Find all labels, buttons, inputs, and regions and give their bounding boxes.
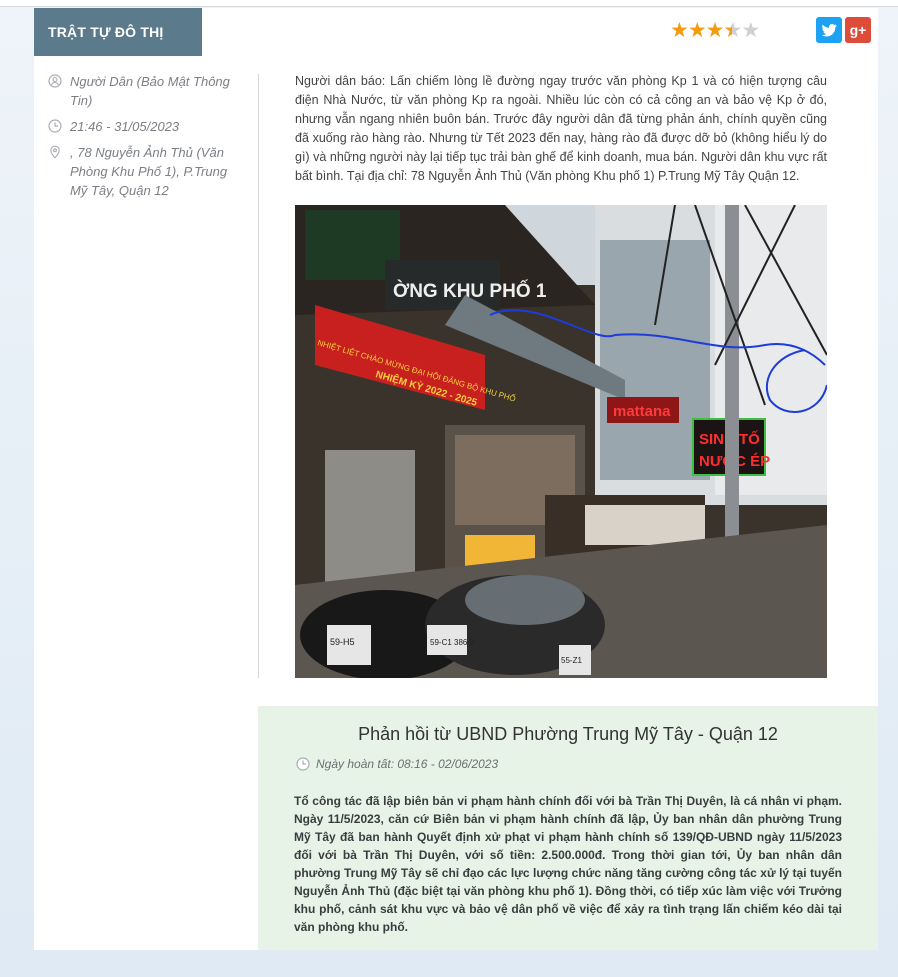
googleplus-icon: g+	[849, 22, 867, 38]
googleplus-share-button[interactable]: g+	[845, 17, 871, 43]
datetime-row: 21:46 - 31/05/2023	[48, 117, 234, 136]
reply-title: Phản hồi từ UBND Phường Trung Mỹ Tây - Q…	[358, 724, 778, 744]
category-tag[interactable]: TRẬT TỰ ĐÔ THỊ	[34, 8, 202, 56]
official-reply: Phản hồi từ UBND Phường Trung Mỹ Tây - Q…	[258, 706, 878, 950]
twitter-share-button[interactable]	[816, 17, 842, 43]
reporter-name: Người Dân (Bảo Mật Thông Tin)	[70, 74, 230, 108]
star-icon: ★	[687, 19, 707, 42]
reply-completed-text: Ngày hoàn tất: 08:16 - 02/06/2023	[316, 757, 499, 771]
plate-2: 59-H5	[330, 637, 355, 647]
report-text: Người dân báo: Lấn chiếm lòng lề đường n…	[295, 74, 827, 183]
report-location: , 78 Nguyễn Ảnh Thủ (Văn Phòng Khu Phố 1…	[70, 145, 228, 198]
reporter-row: Người Dân (Bảo Mật Thông Tin)	[48, 72, 234, 110]
reply-completed-date: Ngày hoàn tất: 08:16 - 02/06/2023	[296, 756, 498, 772]
location-row: , 78 Nguyễn Ảnh Thủ (Văn Phòng Khu Phố 1…	[48, 143, 234, 200]
empty-star-icon: ★	[741, 19, 760, 42]
report-datetime: 21:46 - 31/05/2023	[70, 119, 180, 134]
reply-body: Tổ công tác đã lập biên bản vi phạm hành…	[294, 794, 842, 934]
plate-1: 59-C1 386.9	[430, 638, 475, 647]
rating-stars: ★★★★ ★	[670, 19, 760, 43]
top-border	[0, 0, 898, 7]
half-star-icon: ★	[723, 20, 742, 43]
twitter-icon	[821, 24, 837, 37]
column-divider	[258, 74, 259, 678]
map-pin-icon	[50, 145, 60, 159]
star-icon: ★	[670, 19, 689, 42]
shop-sign-text: mattana	[613, 403, 671, 420]
clock-icon	[296, 757, 310, 771]
street-scene: ỜNG KHU PHỐ 1 NHIỆT LIỆT CHÀO MỪNG ĐẠI H…	[295, 205, 827, 678]
report-card: TRẬT TỰ ĐÔ THỊ ★★★★★ g+ Người Dân (Bảo M…	[34, 8, 878, 950]
report-meta: Người Dân (Bảo Mật Thông Tin) 21:46 - 31…	[48, 72, 234, 207]
star-icon: ★	[705, 19, 725, 42]
clock-icon	[48, 119, 62, 133]
report-photo[interactable]: ỜNG KHU PHỐ 1 NHIỆT LIỆT CHÀO MỪNG ĐẠI H…	[295, 205, 827, 678]
plate-3: 55-Z1	[561, 656, 582, 665]
user-icon	[48, 74, 62, 88]
